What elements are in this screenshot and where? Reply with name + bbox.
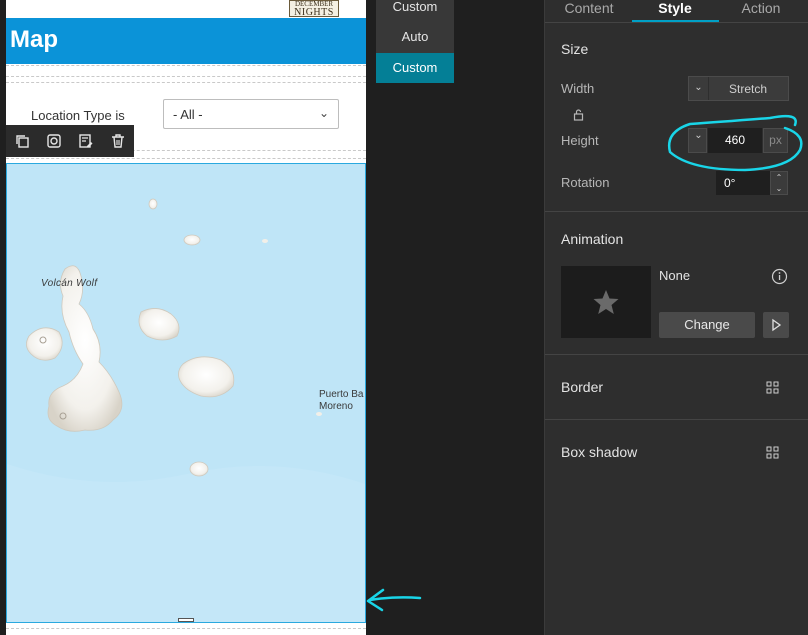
annotation-overlay <box>366 114 803 612</box>
